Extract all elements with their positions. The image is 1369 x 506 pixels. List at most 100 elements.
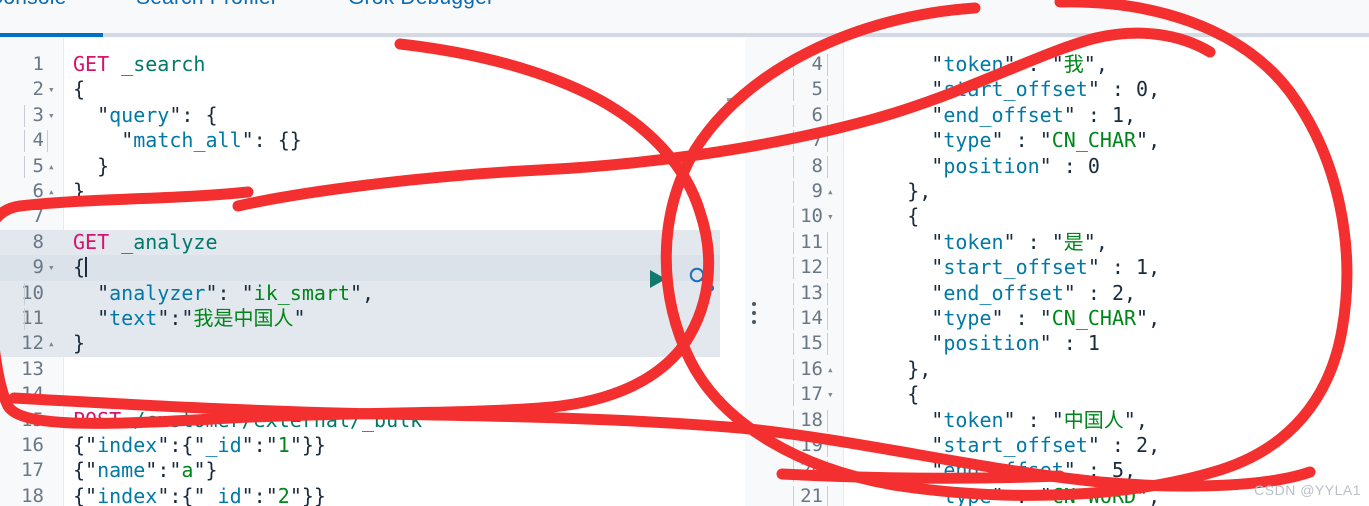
code-text: {: [907, 382, 920, 407]
code-line[interactable]: 17 {"name":"a"}: [0, 458, 745, 483]
code-line[interactable]: 12 "start_offset" : 1,: [771, 255, 1369, 280]
code-line[interactable]: 6 ▴}: [0, 179, 745, 204]
code-line[interactable]: 19 "start_offset" : 2,: [771, 433, 1369, 458]
line-number: 19: [800, 434, 823, 456]
indent-guide: [793, 460, 794, 483]
tab-console[interactable]: Console: [0, 0, 66, 10]
line-number: 16: [21, 434, 44, 456]
pane-divider[interactable]: [745, 38, 771, 506]
code-text: "type" : "CN_WORD",: [931, 483, 1161, 506]
code-line[interactable]: 20 "end_offset" : 5,: [771, 458, 1369, 483]
code-line[interactable]: 17 ▾ {: [771, 382, 1369, 407]
code-fold-toggle[interactable]: ▴: [827, 357, 834, 382]
code-line[interactable]: 11 "token" : "是",: [771, 230, 1369, 255]
code-text: GET _analyze: [73, 229, 218, 254]
line-number: 18: [21, 484, 44, 506]
line-number: 6: [32, 180, 44, 202]
line-number: 7: [811, 129, 823, 152]
code-line[interactable]: 18 {"index":{"_id":"2"}}: [0, 484, 745, 506]
code-line[interactable]: 16 {"index":{"_id":"1"}}: [0, 433, 745, 458]
response-editor[interactable]: 4 "token" : "我", 5 "start_offset" : 0, 6 "…: [771, 38, 1369, 506]
code-text: "position" : 0: [931, 153, 1100, 178]
code-line[interactable]: 9 ▴ },: [771, 179, 1369, 204]
code-line[interactable]: 18 "token" : "中国人",: [771, 408, 1369, 433]
code-fold-toggle[interactable]: ▴: [48, 331, 55, 356]
code-fold-toggle[interactable]: ▾: [48, 255, 55, 280]
code-line[interactable]: 6 "end_offset" : 1,: [771, 103, 1369, 128]
code-line[interactable]: 12 ▴}: [0, 331, 745, 356]
code-line[interactable]: 8 GET _analyze: [0, 230, 745, 255]
line-number: 21: [800, 484, 823, 506]
line-number: 10: [800, 205, 823, 228]
line-number: 15: [21, 408, 44, 431]
code-line[interactable]: 4 "token" : "我",: [771, 52, 1369, 77]
tab-bar-divider: [0, 33, 1369, 37]
code-fold-toggle[interactable]: ▴: [48, 154, 55, 179]
collapse-minus-icon[interactable]: [727, 93, 740, 105]
line-number: 11: [21, 307, 44, 329]
code-line[interactable]: 15 "position" : 1: [771, 331, 1369, 356]
request-editor[interactable]: 1 GET _search 2 ▾{3 ▾ "query": {4 "match_all…: [0, 38, 745, 506]
code-line[interactable]: 5 "start_offset" : 0,: [771, 77, 1369, 102]
code-text: {"index":{"_id":"1"}}: [73, 433, 326, 457]
code-text: {"name":"a"}: [73, 458, 218, 483]
code-line[interactable]: 7: [0, 204, 745, 229]
code-line[interactable]: 4 "match_all": {}: [0, 128, 745, 153]
line-number: 20: [800, 459, 823, 482]
code-text: "position" : 1: [931, 331, 1100, 356]
code-line[interactable]: 2 ▾ {: [0, 77, 745, 102]
line-number: 12: [800, 256, 823, 279]
code-line[interactable]: 10 ▾ {: [771, 204, 1369, 229]
wrench-icon[interactable]: [688, 266, 716, 292]
response-code[interactable]: 4 "token" : "我", 5 "start_offset" : 0, 6 "…: [771, 38, 1369, 506]
code-line[interactable]: 11 "text":"我是中国人": [0, 306, 745, 331]
text-caret: [85, 257, 88, 278]
indent-guide: [793, 485, 794, 506]
code-line[interactable]: 3 ▾ "query": {: [0, 103, 745, 128]
code-line[interactable]: 1 GET _search: [0, 52, 745, 77]
code-line[interactable]: 10 "analyzer": "ik_smart",: [0, 281, 745, 306]
indent-guide: [793, 384, 794, 407]
code-fold-toggle[interactable]: ▾: [48, 77, 55, 102]
code-fold-toggle[interactable]: ▴: [827, 179, 834, 204]
indent-guide: [24, 104, 25, 127]
code-line[interactable]: 14 "type" : "CN_CHAR",: [771, 306, 1369, 331]
line-number: 8: [32, 230, 44, 253]
code-text: "token" : "我",: [931, 52, 1108, 76]
code-fold-toggle[interactable]: ▾: [827, 382, 834, 407]
indent-guide: [793, 231, 794, 254]
watermark: CSDN @YYLA1: [1254, 482, 1361, 498]
code-text: "end_offset" : 2,: [931, 280, 1137, 305]
handle-dot: [752, 311, 756, 315]
line-number: 5: [811, 78, 823, 101]
code-text: {: [73, 255, 88, 280]
code-fold-toggle[interactable]: ▾: [48, 103, 55, 128]
code-line[interactable]: 16 ▴ },: [771, 357, 1369, 382]
code-fold-toggle[interactable]: ▾: [827, 204, 834, 229]
indent-guide: [793, 181, 794, 203]
code-line[interactable]: 13 "end_offset" : 2,: [771, 281, 1369, 306]
code-fold-toggle[interactable]: ▴: [48, 179, 55, 204]
indent-guide: [827, 409, 828, 432]
code-line[interactable]: 9 ▾ {: [0, 255, 745, 280]
pane-resize-handle[interactable]: [752, 302, 758, 328]
code-line[interactable]: 15 POST /customer/external/_bulk: [0, 408, 745, 433]
indent-guide: [24, 282, 25, 305]
indent-guide: [793, 155, 794, 178]
code-line[interactable]: 14: [0, 382, 745, 407]
code-line[interactable]: 13: [0, 357, 745, 382]
line-number: 12: [21, 332, 44, 355]
code-line[interactable]: 8 "position" : 0: [771, 154, 1369, 179]
indent-guide: [24, 308, 25, 330]
indent-guide: [793, 257, 794, 280]
line-number: 14: [800, 307, 823, 329]
tab-search-profiler[interactable]: Search Profiler: [136, 0, 278, 10]
send-request-play-icon[interactable]: [647, 268, 669, 290]
tab-grok-debugger[interactable]: Grok Debugger: [348, 0, 494, 10]
code-text: "analyzer": "ik_smart",: [97, 280, 375, 305]
code-line[interactable]: 7 "type" : "CN_CHAR",: [771, 128, 1369, 153]
code-line[interactable]: 5 ▴ }: [0, 154, 745, 179]
indent-guide: [47, 130, 48, 153]
indent-guide: [24, 130, 25, 153]
request-code[interactable]: 1 GET _search 2 ▾{3 ▾ "query": {4 "match_all…: [0, 38, 745, 506]
